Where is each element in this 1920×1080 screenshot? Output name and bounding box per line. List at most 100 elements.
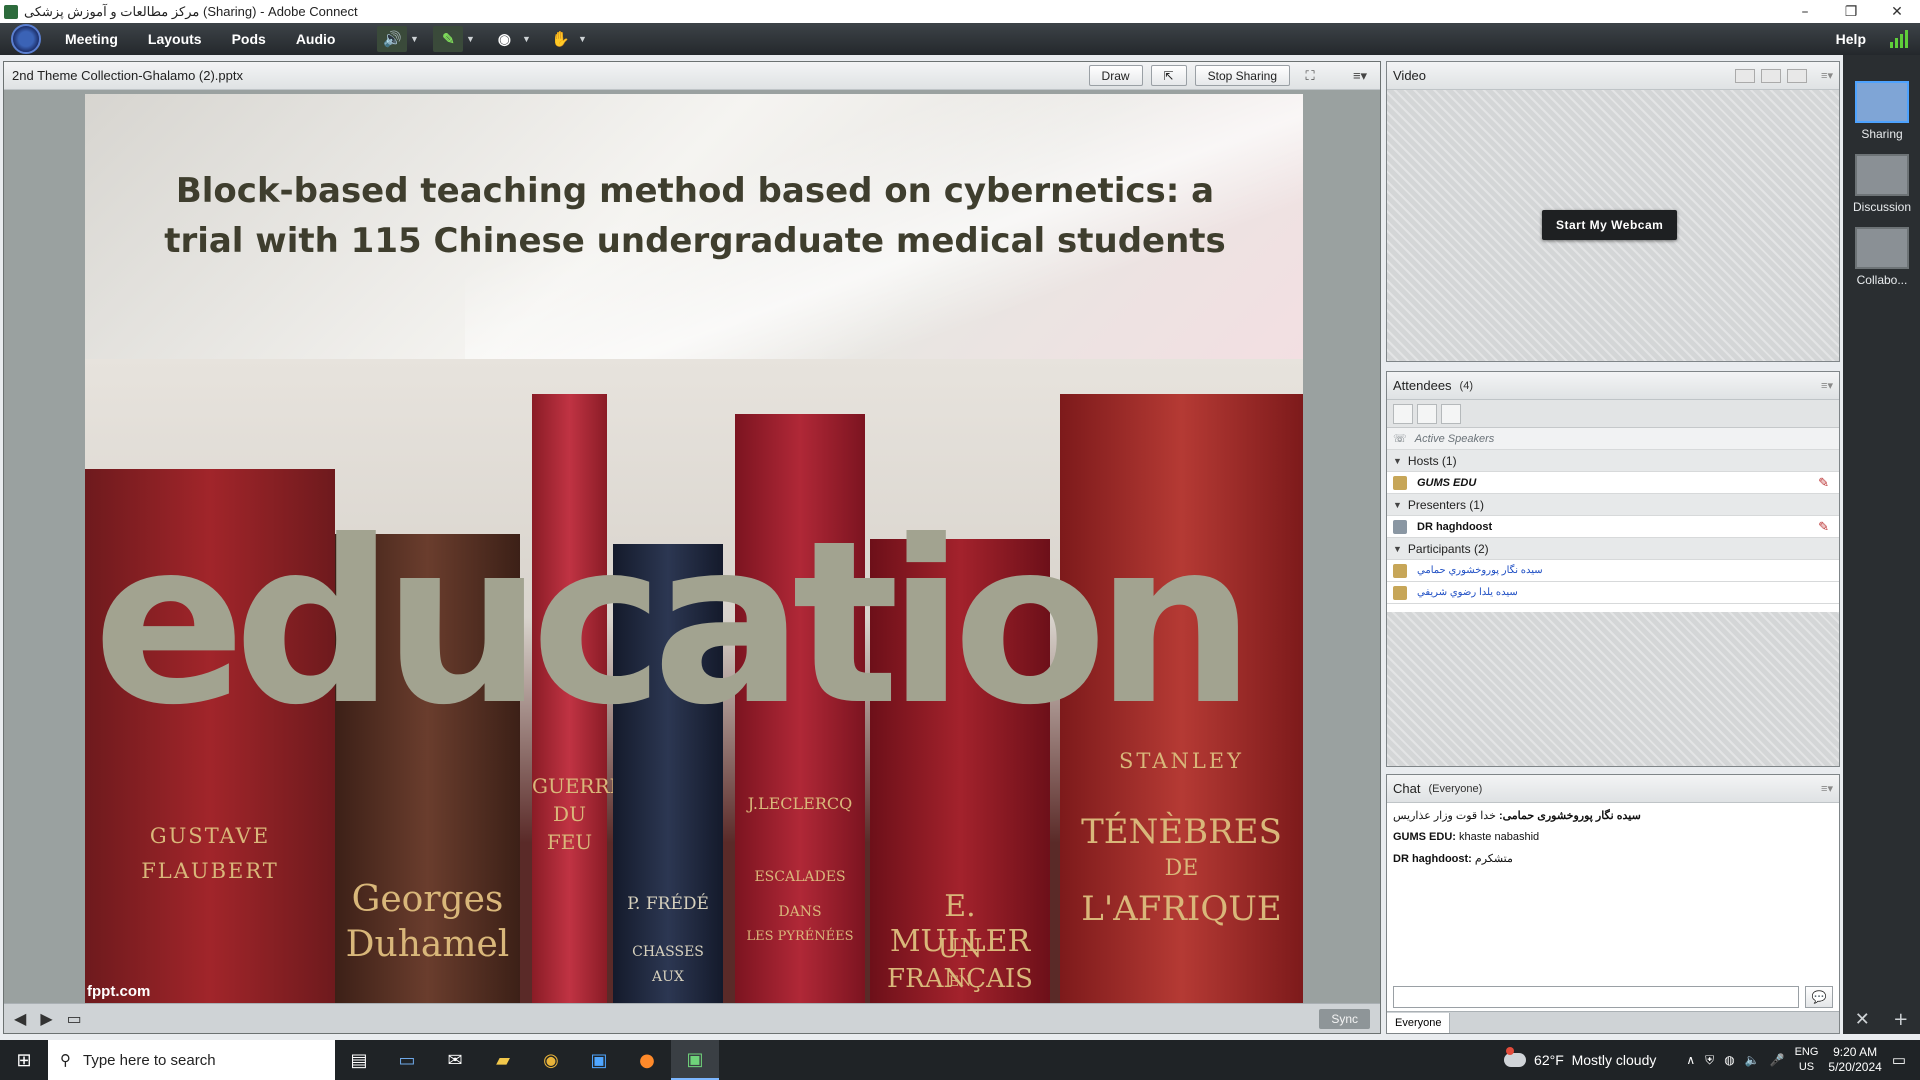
book-spine-text: ESCALADES <box>754 869 846 885</box>
fullscreen-icon[interactable]: ⛶ <box>1298 65 1322 86</box>
security-icon[interactable]: ⛨ <box>1705 1053 1714 1068</box>
book-spine-text: L'AFRIQUE <box>1081 889 1282 929</box>
firefox-icon[interactable]: ● <box>623 1040 671 1080</box>
pod-options-icon[interactable]: ≡▾ <box>1821 782 1833 795</box>
pod-options-icon[interactable]: ≡▾ <box>1348 65 1372 86</box>
chat-message: DR haghdoost: متشکرم <box>1393 852 1833 865</box>
stop-sharing-button[interactable]: Stop Sharing <box>1194 65 1290 86</box>
layout-collaboration[interactable]: Collabo... <box>1853 227 1911 287</box>
attendee-name: سیده نگار پوروخشوري حمامي <box>1417 565 1543 576</box>
presenters-label: Presenters (1) <box>1407 497 1484 512</box>
volume-icon[interactable]: 🔈 <box>1745 1053 1760 1067</box>
adobe-connect-taskbar-icon[interactable]: ▣ <box>671 1040 719 1080</box>
share-pod: 2nd Theme Collection-Ghalamo (2).pptx Dr… <box>3 61 1381 1034</box>
minimize-button[interactable]: – <box>1782 0 1828 23</box>
mail-icon[interactable]: ✉ <box>431 1040 479 1080</box>
connection-signal-icon <box>1890 30 1908 48</box>
collapse-triangle-icon[interactable]: ▼ <box>1393 544 1402 554</box>
add-icon[interactable]: + <box>1893 1009 1908 1030</box>
chevron-up-icon[interactable]: ∧ <box>1686 1053 1695 1067</box>
clock[interactable]: 9:20 AM 5/20/2024 <box>1828 1045 1881 1075</box>
chat-sender: سیده نگار پوروخشوری حمامی: <box>1498 810 1641 822</box>
chrome-icon[interactable]: ◉ <box>527 1040 575 1080</box>
menu-audio[interactable]: Audio <box>296 31 336 47</box>
weather-widget[interactable]: 62°F Mostly cloudy <box>1504 1047 1656 1068</box>
attendee-name: سيده يلدا رضوي شريفي <box>1417 587 1518 598</box>
start-webcam-button[interactable]: Start My Webcam <box>1542 210 1678 240</box>
menu-meeting[interactable]: Meeting <box>65 31 118 47</box>
breakout-icon[interactable] <box>1417 403 1437 424</box>
attendee-row[interactable]: سيده يلدا رضوي شريفي <box>1387 582 1839 604</box>
attendee-row[interactable]: سیده نگار پوروخشوري حمامي <box>1387 560 1839 582</box>
window-title: مرکز مطالعات و آموزش پزشکی (Sharing) - A… <box>24 3 358 19</box>
raise-hand-icon[interactable]: ✋ <box>545 26 575 52</box>
microphone-icon[interactable]: ✎ <box>433 26 464 52</box>
language-indicator[interactable]: ENG US <box>1795 1045 1819 1075</box>
next-slide-icon[interactable]: ▶ <box>40 1009 52 1028</box>
maximize-button[interactable]: ❐ <box>1828 0 1874 23</box>
participant-user-icon <box>1393 585 1407 600</box>
speaker-icon: ☏ <box>1393 433 1407 445</box>
filmstrip-view-icon[interactable] <box>1761 68 1782 83</box>
slide-panel-icon[interactable]: ▭ <box>67 1009 82 1028</box>
book-spine-text: J.LECLERCQ <box>747 794 853 813</box>
menu-help[interactable]: Help <box>1836 31 1866 47</box>
chevron-down-icon[interactable]: ▼ <box>407 34 421 44</box>
layout-thumbnail <box>1855 154 1909 196</box>
sync-button[interactable]: Sync <box>1319 1008 1370 1029</box>
menu-layouts[interactable]: Layouts <box>148 31 202 47</box>
hosts-section[interactable]: ▼ Hosts (1) <box>1387 450 1839 472</box>
layout-sharing[interactable]: Sharing <box>1853 81 1911 141</box>
pod-options-icon[interactable]: ≡▾ <box>1821 379 1833 392</box>
participants-section[interactable]: ▼ Participants (2) <box>1387 538 1839 560</box>
active-speakers-label: Active Speakers <box>1414 432 1495 445</box>
menu-bar: Meeting Layouts Pods Audio 🔊 ▼ ✎ ▼ ◉ ▼ ✋… <box>0 23 1920 55</box>
layout-label: Discussion <box>1853 200 1912 214</box>
menu-pods[interactable]: Pods <box>232 31 266 47</box>
notifications-icon[interactable]: ▭ <box>1892 1051 1906 1069</box>
video-pod-header: Video ≡▾ <box>1387 62 1839 90</box>
share-pod-footer: ◀ ▶ ▭ Sync <box>4 1003 1380 1033</box>
webcam-icon[interactable]: ◉ <box>489 26 519 52</box>
close-button[interactable]: ✕ <box>1874 0 1920 23</box>
collapse-triangle-icon[interactable]: ▼ <box>1393 500 1402 510</box>
chevron-down-icon[interactable]: ▼ <box>463 34 477 44</box>
adobe-connect-logo <box>11 24 41 54</box>
clock-date: 5/20/2024 <box>1828 1060 1882 1074</box>
photoshop-icon[interactable]: ▣ <box>575 1040 623 1080</box>
send-message-icon[interactable]: 💬 <box>1805 986 1833 1008</box>
attendees-empty-area <box>1387 612 1839 766</box>
task-view-icon[interactable]: ▤ <box>335 1040 383 1080</box>
fullscreen-icon[interactable] <box>1787 68 1808 83</box>
draw-button[interactable]: Draw <box>1088 65 1143 86</box>
chat-tab-everyone[interactable]: Everyone <box>1387 1012 1451 1033</box>
book-spine-text: FLAUBERT <box>141 859 279 883</box>
participant-user-icon <box>1393 563 1407 578</box>
close-icon[interactable]: ✕ <box>1855 1009 1870 1030</box>
speaker-icon[interactable]: 🔊 <box>377 26 408 52</box>
microphone-icon[interactable]: 🎤 <box>1770 1053 1785 1067</box>
list-view-icon[interactable] <box>1393 403 1413 424</box>
attendee-row[interactable]: DR haghdoost ✎ <box>1387 516 1839 538</box>
collapse-triangle-icon[interactable]: ▼ <box>1393 456 1402 466</box>
chat-input[interactable] <box>1393 986 1799 1008</box>
file-explorer-icon[interactable]: ▰ <box>479 1040 527 1080</box>
previous-slide-icon[interactable]: ◀ <box>14 1009 26 1028</box>
chevron-down-icon[interactable]: ▼ <box>575 34 589 44</box>
active-speakers-row: ☏ Active Speakers <box>1387 428 1839 450</box>
presenters-section[interactable]: ▼ Presenters (1) <box>1387 494 1839 516</box>
taskbar-search[interactable]: ⚲ Type here to search <box>48 1040 335 1080</box>
pointer-button[interactable]: ⇱ <box>1150 65 1187 86</box>
status-view-icon[interactable] <box>1441 403 1461 424</box>
app-icon[interactable]: ▭ <box>383 1040 431 1080</box>
layout-discussion[interactable]: Discussion <box>1853 154 1911 214</box>
book-spine-text: P. FRÉDÉ <box>627 894 709 914</box>
book-spine-text: DANS <box>778 904 822 920</box>
grid-view-icon[interactable] <box>1735 68 1756 83</box>
pod-options-icon[interactable]: ≡▾ <box>1821 69 1833 82</box>
chevron-down-icon[interactable]: ▼ <box>519 34 533 44</box>
chat-sender: GUMS EDU: <box>1393 831 1456 843</box>
network-icon[interactable]: ◍ <box>1724 1053 1734 1067</box>
attendee-row[interactable]: GUMS EDU ✎ <box>1387 472 1839 494</box>
windows-start-icon[interactable]: ⊞ <box>0 1040 48 1080</box>
